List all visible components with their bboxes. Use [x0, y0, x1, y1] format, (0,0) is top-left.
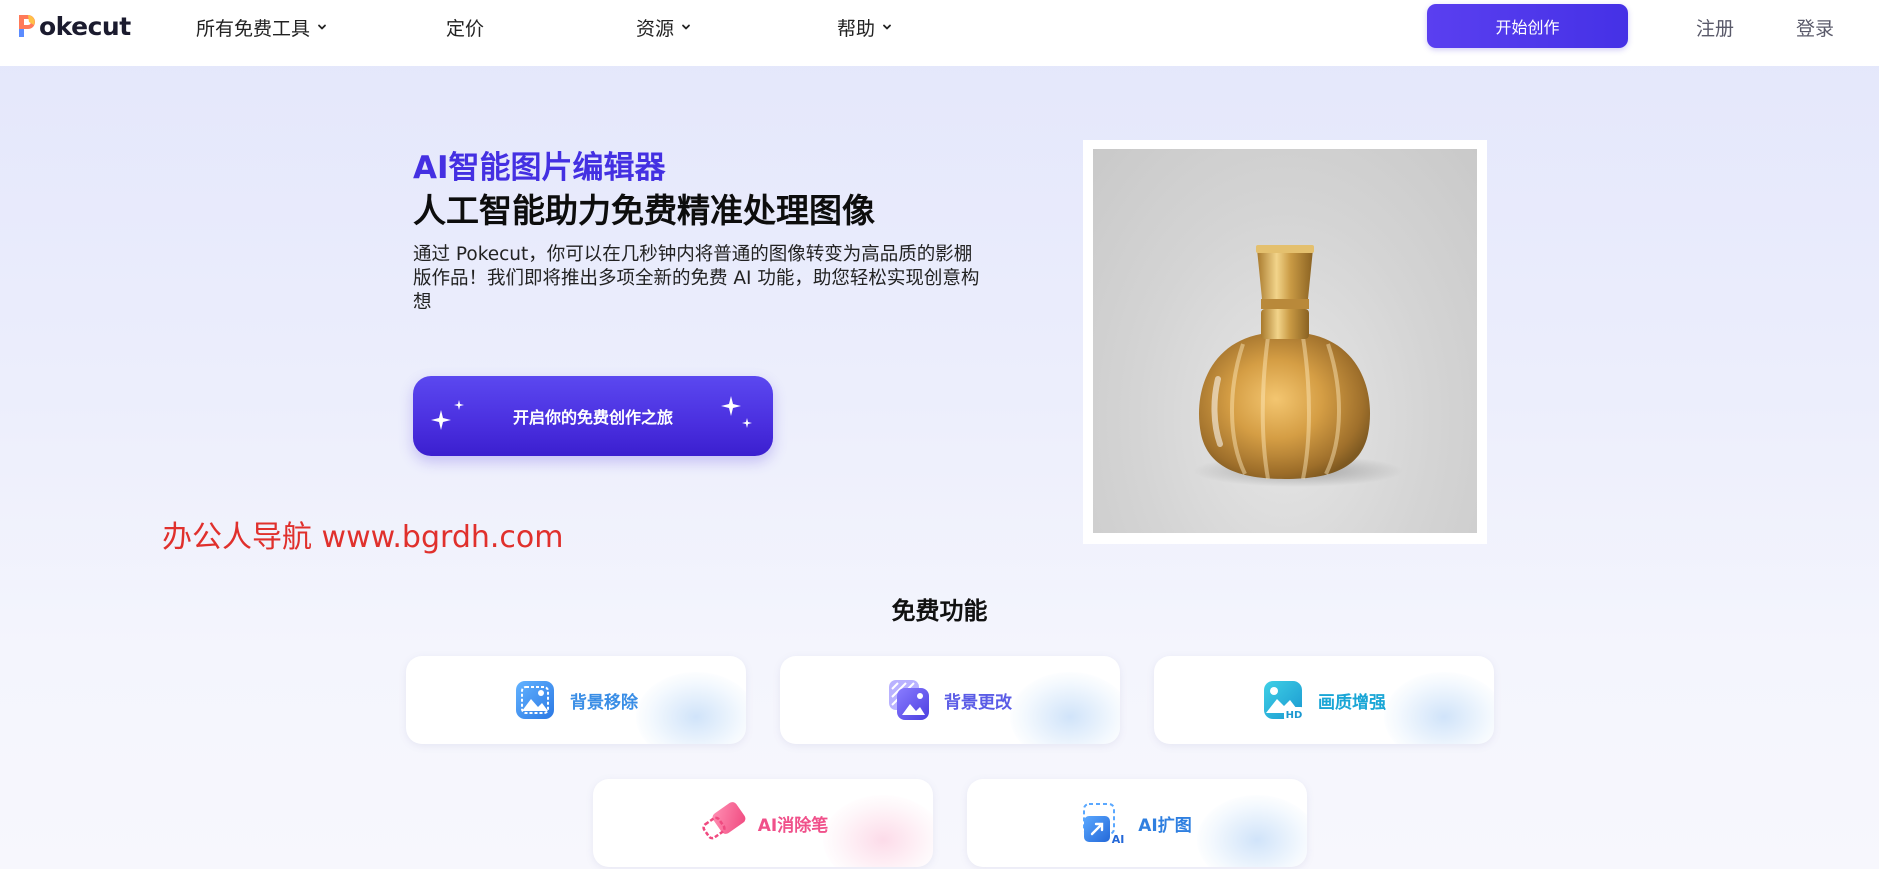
- watermark-text: 办公人导航 www.bgrdh.com: [162, 520, 564, 555]
- nav-pricing-label: 定价: [446, 17, 485, 40]
- login-link[interactable]: 登录: [1796, 14, 1834, 40]
- start-free-journey-button[interactable]: 开启你的免费创作之旅: [413, 376, 773, 456]
- hero-title-accent: AI智能图片编辑器: [413, 150, 666, 186]
- perfume-bottle-illustration: [1193, 245, 1403, 487]
- pokecut-logo-icon: [19, 15, 35, 37]
- top-navbar: okecut 所有免费工具 定价 资源 帮助 开始创作 注册 登录: [0, 0, 1879, 66]
- start-creating-button[interactable]: 开始创作: [1427, 4, 1628, 48]
- hero-title-main: 人工智能助力免费精准处理图像: [413, 191, 875, 230]
- feature-card-remove-bg[interactable]: 背景移除: [406, 656, 746, 744]
- nav-all-tools-label: 所有免费工具: [196, 17, 311, 40]
- nav-all-tools[interactable]: 所有免费工具: [196, 14, 328, 40]
- nav-help-label: 帮助: [837, 17, 876, 40]
- expand-image-icon: AI: [1083, 803, 1124, 844]
- chevron-down-icon: [682, 24, 690, 30]
- feature-card-ai-expand[interactable]: AI AI扩图: [967, 779, 1307, 867]
- features-title: 免费功能: [891, 597, 988, 625]
- sparkle-icon: [721, 396, 752, 428]
- perfume-bottle-image: [1093, 149, 1477, 533]
- nav-resources-label: 资源: [636, 17, 675, 40]
- eraser-icon: [702, 802, 746, 840]
- feature-card-enhance[interactable]: HD 画质增强: [1154, 656, 1494, 744]
- feature-label: AI消除笔: [757, 815, 829, 836]
- image-change-bg-icon: [889, 680, 929, 720]
- logo-text: okecut: [39, 11, 131, 41]
- svg-text:HD: HD: [1286, 710, 1303, 721]
- cta-label: 开启你的免费创作之旅: [512, 408, 673, 427]
- svg-text:AI: AI: [1112, 833, 1124, 844]
- feature-card-change-bg[interactable]: 背景更改: [780, 656, 1120, 744]
- nav-pricing[interactable]: 定价: [446, 14, 484, 40]
- nav-resources[interactable]: 资源: [636, 14, 692, 40]
- pokecut-logo[interactable]: okecut: [16, 11, 131, 41]
- hero-description: 通过 Pokecut，你可以在几秒钟内将普通的图像转变为高品质的影棚版作品！我们…: [413, 244, 980, 313]
- feature-label: 背景移除: [570, 692, 638, 713]
- chevron-down-icon: [318, 24, 326, 30]
- feature-card-ai-eraser[interactable]: AI消除笔: [593, 779, 933, 867]
- hero-image-frame: [1083, 140, 1487, 544]
- feature-label: 画质增强: [1318, 692, 1386, 713]
- register-link[interactable]: 注册: [1696, 14, 1734, 40]
- chevron-down-icon: [883, 24, 891, 30]
- nav-help[interactable]: 帮助: [837, 14, 893, 40]
- feature-label: 背景更改: [944, 692, 1012, 713]
- sparkle-icon: [431, 400, 464, 430]
- feature-label: AI扩图: [1138, 815, 1192, 836]
- image-remove-bg-icon: [516, 681, 554, 719]
- image-hd-icon: HD: [1264, 681, 1304, 721]
